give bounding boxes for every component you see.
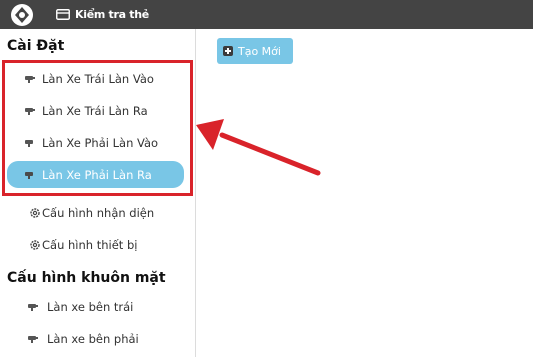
gear-icon [29, 239, 41, 251]
create-new-label: Tạo Mới [238, 44, 281, 58]
create-new-button[interactable]: Tạo Mới [217, 38, 293, 64]
card-check-button[interactable]: Kiểm tra thẻ [56, 6, 149, 23]
compass-logo-icon[interactable] [10, 3, 34, 27]
plus-square-icon [223, 46, 233, 56]
sidebar-item-label: Làn xe bên phải [47, 332, 139, 346]
sidebar-item-label: Cấu hình thiết bị [42, 238, 138, 252]
card-icon [56, 9, 70, 20]
sidebar-item-label: Cấu hình nhận diện [42, 206, 155, 220]
camera-icon [27, 302, 39, 312]
top-bar: Kiểm tra thẻ [0, 0, 533, 29]
sidebar-item-recognition-config[interactable]: Cấu hình nhận diện [29, 205, 154, 221]
section-title-face-config: Cấu hình khuôn mặt [7, 270, 166, 286]
sidebar-item-face-left-lane[interactable]: Làn xe bên trái [27, 299, 133, 315]
section-title-settings: Cài Đặt [7, 38, 65, 54]
sidebar-item-face-right-lane[interactable]: Làn xe bên phải [27, 331, 139, 347]
camera-icon [27, 334, 39, 344]
card-check-label: Kiểm tra thẻ [75, 8, 149, 21]
highlight-box [2, 60, 193, 196]
sidebar-item-device-config[interactable]: Cấu hình thiết bị [29, 237, 137, 253]
sidebar-item-label: Làn xe bên trái [47, 300, 134, 314]
gear-icon [29, 207, 41, 219]
